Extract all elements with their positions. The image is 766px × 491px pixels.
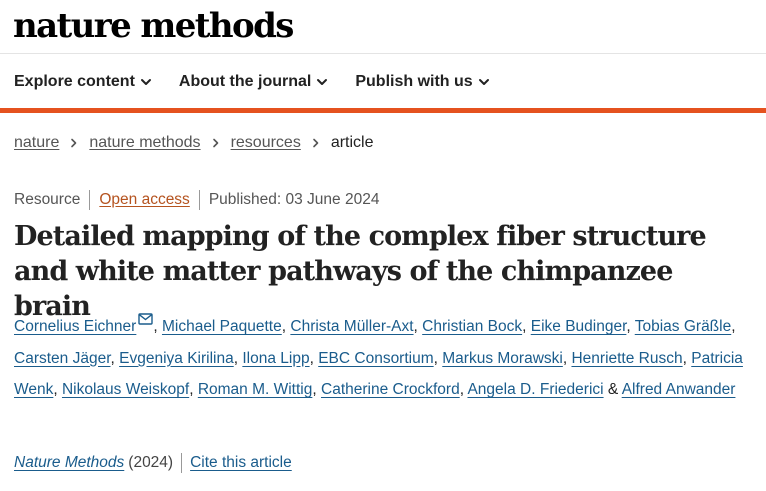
header-divider <box>0 53 766 54</box>
citation-line: Nature Methods (2024) Cite this article <box>14 453 292 473</box>
author-link[interactable]: Nikolaus Weiskopf <box>62 381 189 398</box>
author-link[interactable]: Eike Budinger <box>531 318 627 335</box>
author-separator: , <box>433 349 443 367</box>
author-separator: , <box>110 349 120 367</box>
author-link[interactable]: Catherine Crockford <box>321 381 460 398</box>
nav-publish-with-us-label: Publish with us <box>355 73 473 90</box>
journal-logo[interactable]: nature methods <box>13 6 294 46</box>
author-link[interactable]: Christian Bock <box>422 318 522 335</box>
author-separator: , <box>682 349 692 367</box>
chevron-down-icon <box>140 76 152 88</box>
author-link[interactable]: Cornelius Eichner <box>14 318 136 335</box>
nav-publish-with-us[interactable]: Publish with us <box>355 72 489 92</box>
citation-divider <box>181 453 183 473</box>
article-meta: Resource Open access Published: 03 June … <box>14 190 379 210</box>
author-link[interactable]: Markus Morawski <box>442 350 563 367</box>
cite-this-article-link[interactable]: Cite this article <box>190 454 292 472</box>
meta-divider <box>89 190 91 210</box>
mail-icon[interactable] <box>138 313 154 325</box>
accent-bar <box>0 108 766 113</box>
nav-about-journal-label: About the journal <box>178 73 312 90</box>
author-link[interactable]: EBC Consortium <box>318 350 433 367</box>
open-access-link[interactable]: Open access <box>99 191 189 209</box>
author-link[interactable]: Christa Müller-Axt <box>290 318 413 335</box>
author-separator: , <box>731 318 736 335</box>
article-type: Resource <box>14 191 81 208</box>
author-link[interactable]: Roman M. Wittig <box>198 381 313 398</box>
author-separator: , <box>189 381 198 398</box>
chevron-right-icon <box>211 138 221 148</box>
author-separator: , <box>626 318 635 335</box>
author-separator: & <box>603 381 622 398</box>
meta-divider <box>198 190 200 210</box>
author-link[interactable]: Evgeniya Kirilina <box>119 350 234 367</box>
nav-about-journal[interactable]: About the journal <box>179 72 328 92</box>
chevron-down-icon <box>478 76 490 88</box>
published-date: Published: 03 June 2024 <box>208 191 380 208</box>
breadcrumb-nature-methods[interactable]: nature methods <box>89 134 200 152</box>
author-list: Cornelius Eichner, Michael Paquette, Chr… <box>14 311 759 406</box>
author-separator: , <box>309 349 319 367</box>
chevron-right-icon <box>69 138 79 148</box>
author-link[interactable]: Ilona Lipp <box>242 350 309 367</box>
nav-explore-content-label: Explore content <box>14 73 135 90</box>
author-separator: , <box>522 318 531 335</box>
nav-explore-content[interactable]: Explore content <box>14 72 152 92</box>
main-nav: Explore content About the journal Publis… <box>14 72 517 92</box>
author-link[interactable]: Alfred Anwander <box>622 381 736 398</box>
breadcrumb-nature[interactable]: nature <box>14 134 59 152</box>
article-title: Detailed mapping of the complex fiber st… <box>14 221 707 322</box>
breadcrumb-current: article <box>330 134 374 151</box>
author-link[interactable]: Angela D. Friederici <box>467 381 603 398</box>
author-separator: , <box>413 318 423 335</box>
author-separator: , <box>312 381 321 398</box>
chevron-right-icon <box>311 138 321 148</box>
author-link[interactable]: Henriette Rusch <box>571 350 682 367</box>
author-separator: , <box>53 381 62 398</box>
breadcrumb-resources[interactable]: resources <box>231 134 301 152</box>
journal-link[interactable]: Nature Methods <box>14 454 124 472</box>
publication-year: (2024) <box>128 454 174 471</box>
chevron-down-icon <box>316 76 328 88</box>
author-separator: , <box>153 318 162 335</box>
author-link[interactable]: Michael Paquette <box>162 318 282 335</box>
author-link[interactable]: Tobias Gräßle <box>635 318 731 335</box>
author-link[interactable]: Carsten Jäger <box>14 350 111 367</box>
breadcrumb: nature nature methods resources article <box>14 134 374 152</box>
